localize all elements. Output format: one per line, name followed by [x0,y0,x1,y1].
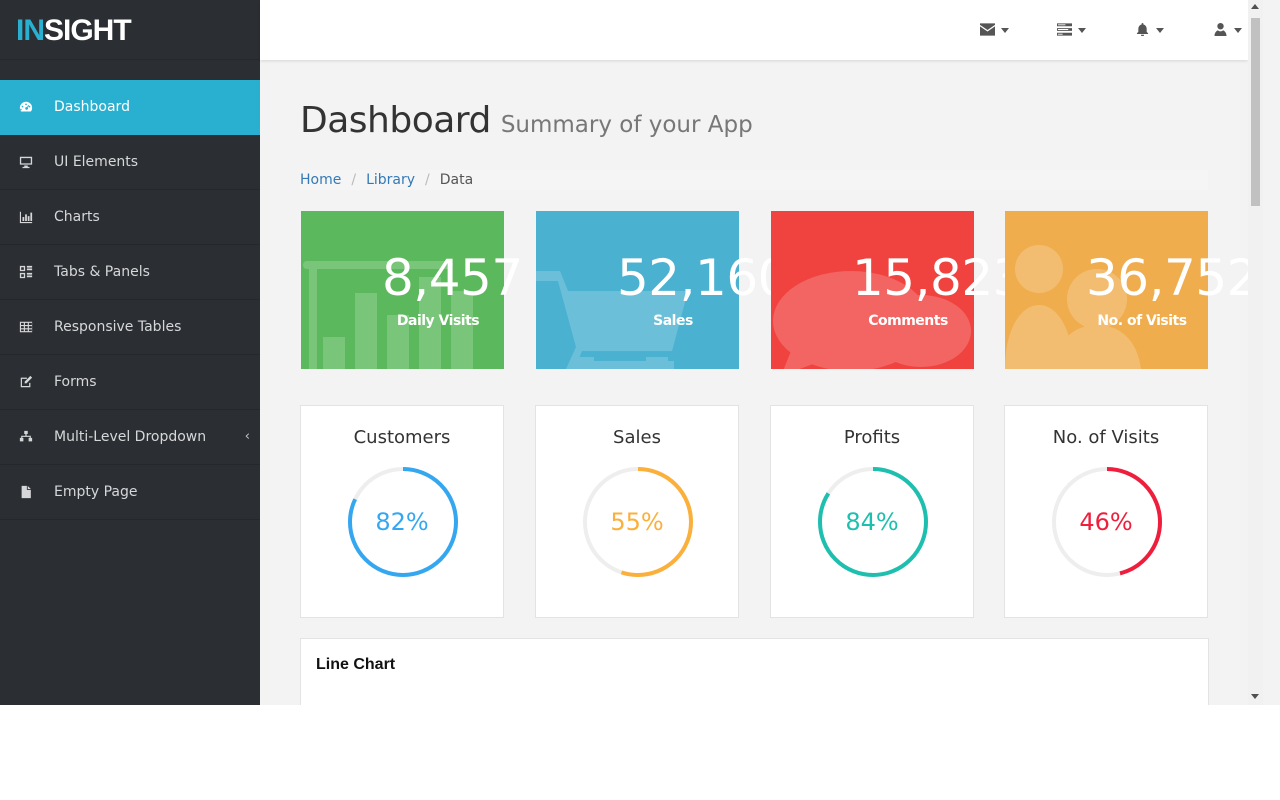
stat-tile-label: Comments [868,313,948,329]
sidebar-item-multi-level-dropdown[interactable]: Multi-Level Dropdown ‹ [0,410,260,465]
bar-chart-icon [18,210,34,224]
sidebar-item-label: Empty Page [54,484,138,500]
gauge-value: 84% [845,508,899,536]
line-chart-panel: Line Chart [300,638,1209,705]
brand-logo[interactable]: INSIGHT [0,0,260,60]
page-header: Dashboard Summary of your App [300,100,1208,141]
gauge-card-sales: Sales 55% [535,405,739,618]
stat-tile-value: 15,823 [852,249,1024,307]
sitemap-icon [18,430,34,444]
envelope-icon [980,21,995,40]
breadcrumb-current: Data [439,172,474,188]
caret-down-icon [1156,27,1164,33]
top-navbar [260,0,1248,60]
stat-tile-label: No. of Visits [1097,313,1187,329]
gauge-card-customers: Customers 82% [300,405,504,618]
sidebar-item-label: Responsive Tables [54,319,182,335]
page-title: Dashboard [300,100,491,141]
gauge-title: No. of Visits [1052,427,1160,448]
gauge-title: Customers [353,427,451,448]
sidebar-item-label: Multi-Level Dropdown [54,429,207,445]
brand-logo-part2: SIGHT [44,14,132,47]
alerts-dropdown[interactable] [1135,22,1164,38]
stat-tile-value: 36,752 [1086,249,1258,307]
gauge-value: 46% [1079,508,1133,536]
desktop-icon [18,155,34,169]
scroll-up-arrow-icon[interactable] [1251,4,1259,9]
gauge-card-profits: Profits 84% [770,405,974,618]
breadcrumb-home[interactable]: Home [300,172,341,188]
sidebar-item-ui-elements[interactable]: UI Elements [0,135,260,190]
scrollbar-thumb[interactable] [1251,18,1260,206]
line-chart-title: Line Chart [316,656,396,673]
gauge-title: Sales [613,427,661,448]
breadcrumb-separator: / [425,172,430,188]
sidebar-item-label: UI Elements [54,154,139,170]
stat-tile-value: 52,160 [617,249,789,307]
stat-tile-value: 8,457 [382,249,523,307]
breadcrumb-library[interactable]: Library [366,172,415,188]
gauge-card-no-of-visits: No. of Visits 46% [1004,405,1208,618]
stat-tile-daily-visits[interactable]: 8,457 Daily Visits [301,211,523,369]
messages-dropdown[interactable] [980,22,1009,38]
scroll-down-arrow-icon[interactable] [1251,694,1259,699]
caret-down-icon [1078,27,1086,33]
chevron-left-icon: ‹ [244,429,250,444]
bell-icon [1135,21,1150,40]
sidebar: INSIGHT Dashboard UI Elements Charts Tab… [0,0,260,705]
breadcrumb-separator: / [351,172,357,188]
page-scrollbar[interactable] [1248,0,1263,705]
stat-tile-label: Sales [653,313,693,329]
gauge-value: 55% [610,508,664,536]
user-dropdown[interactable] [1213,22,1242,38]
stat-tiles: 8,457 Daily Visits 52,160 Sales 15,823 C… [300,211,1258,369]
sidebar-item-tabs-panels[interactable]: Tabs & Panels [0,245,260,300]
sidebar-item-empty-page[interactable]: Empty Page [0,465,260,520]
sidebar-item-label: Tabs & Panels [54,264,150,280]
sidebar-item-label: Charts [54,209,100,225]
app-viewport: INSIGHT Dashboard UI Elements Charts Tab… [0,0,1280,705]
stat-tile-comments[interactable]: 15,823 Comments [771,211,1024,369]
caret-down-icon [1234,27,1242,33]
sidebar-item-charts[interactable]: Charts [0,190,260,245]
caret-down-icon [1001,27,1009,33]
gauge-title: Profits [843,427,901,448]
edit-icon [18,375,34,389]
table-icon [18,320,34,334]
dashboard-icon [18,100,34,114]
breadcrumb: Home / Library / Data [300,170,1208,190]
user-icon [1213,21,1228,40]
stat-tile-label: Daily Visits [396,313,480,329]
sidebar-item-responsive-tables[interactable]: Responsive Tables [0,300,260,355]
sidebar-item-label: Forms [54,374,97,390]
tasks-dropdown[interactable] [1057,22,1086,38]
brand-logo-part1: IN [16,14,45,47]
main-content: Dashboard Summary of your App Home / Lib… [300,60,1258,705]
stat-tile-no-of-visits[interactable]: 36,752 No. of Visits [1005,211,1258,369]
sidebar-item-label: Dashboard [54,99,130,115]
sidebar-item-dashboard[interactable]: Dashboard [0,80,260,135]
tasks-icon [1057,21,1072,40]
sidebar-item-forms[interactable]: Forms [0,355,260,410]
page-subtitle: Summary of your App [500,112,753,138]
file-icon [18,485,34,499]
sidebar-nav: Dashboard UI Elements Charts Tabs & Pane… [0,80,260,520]
gauge-value: 82% [375,508,429,536]
panels-icon [18,265,34,279]
stat-tile-sales[interactable]: 52,160 Sales [536,211,789,369]
gauge-cards: Customers 82% Sales 55% Profits 84% No. … [300,405,1208,618]
